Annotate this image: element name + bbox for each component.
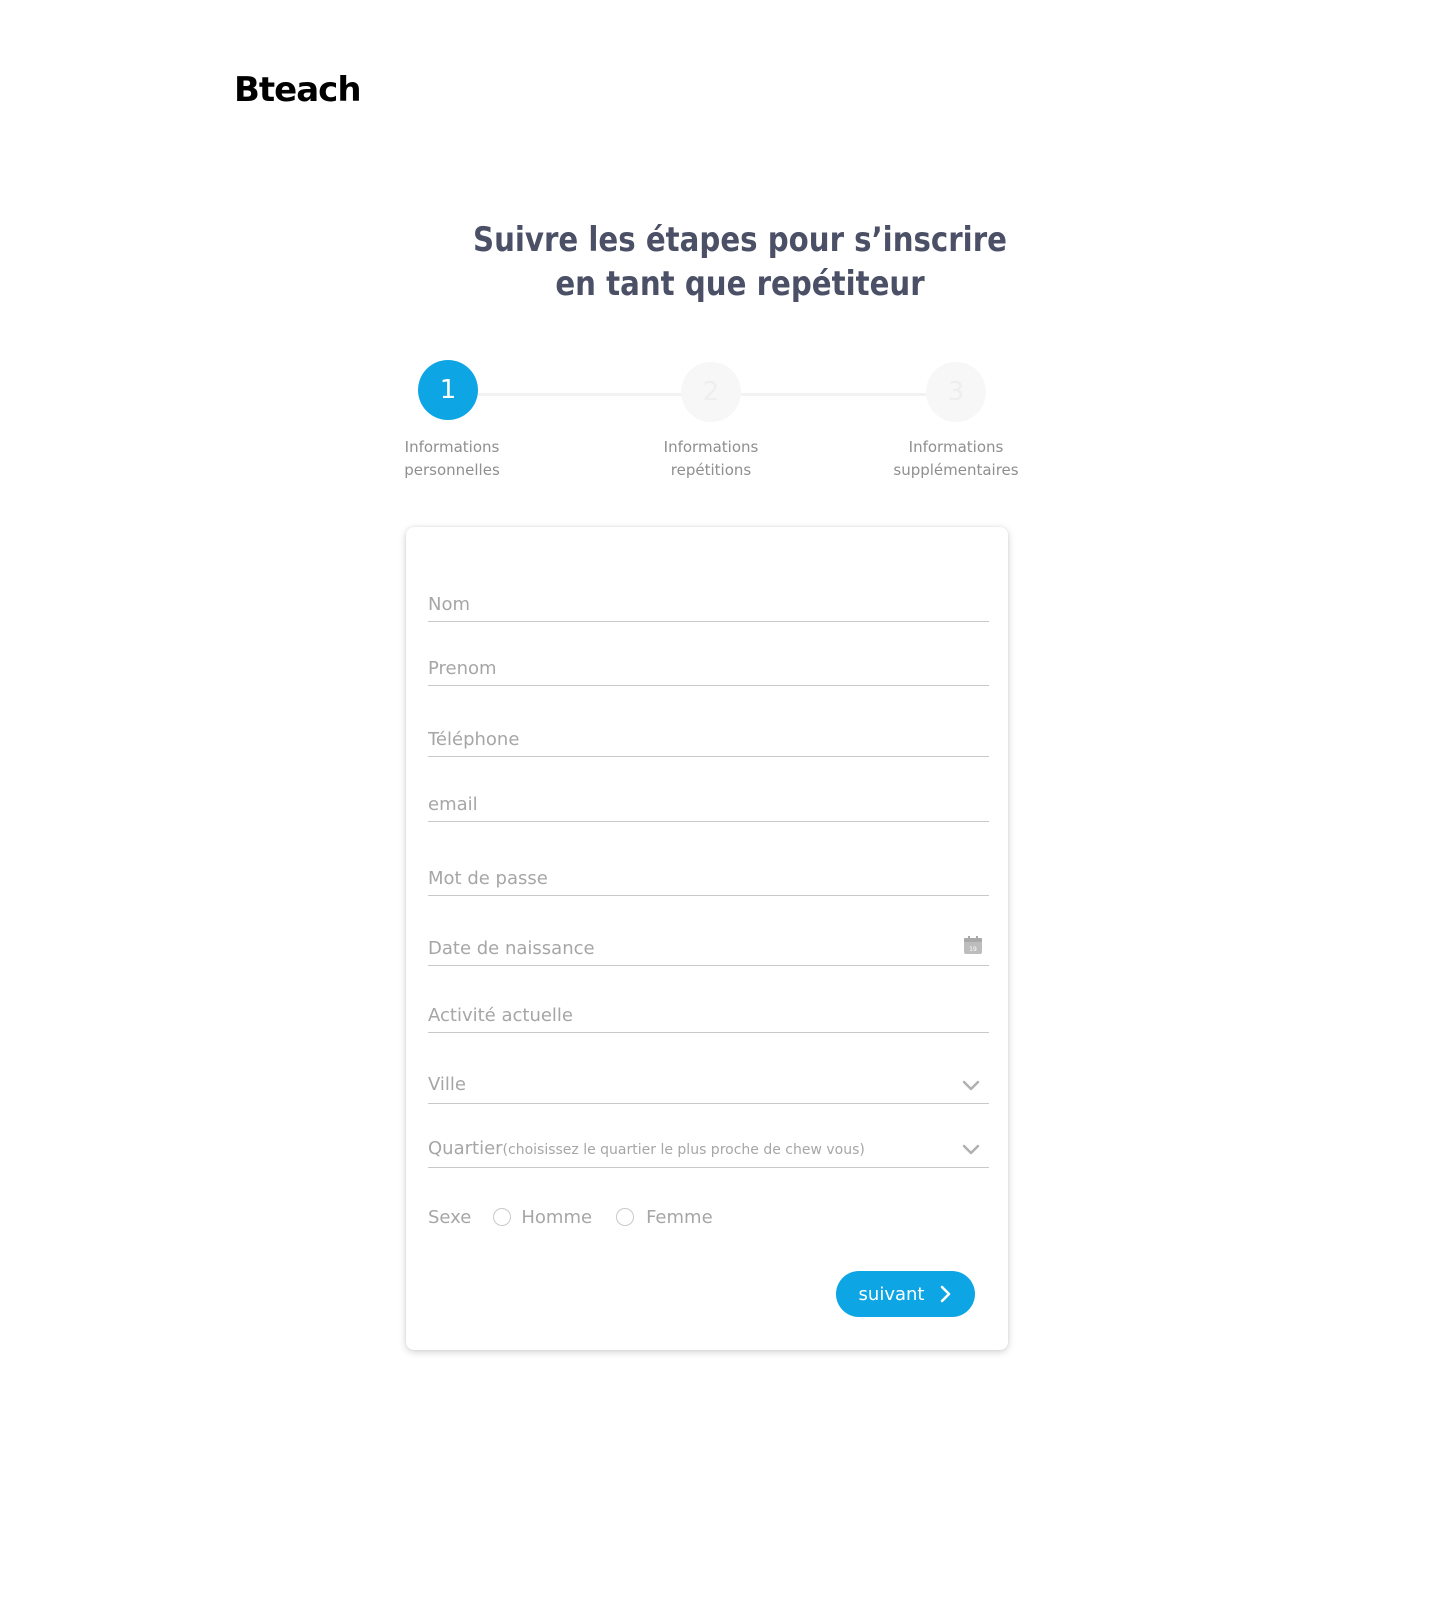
prenom-input[interactable] [428,658,948,679]
step-3-circle[interactable]: 3 [926,362,986,422]
quartier-placeholder-label: Quartier [428,1138,503,1159]
step-1-label: Informations personnelles [372,436,532,482]
step-1-circle[interactable]: 1 [418,360,478,420]
radio-femme[interactable] [616,1208,635,1226]
quartier-hint: (choisissez le quartier le plus proche d… [502,1142,865,1158]
radio-homme[interactable] [493,1208,512,1226]
step-3-label: Informations supplémentaires [876,436,1036,482]
nom-field [428,582,989,622]
ville-placeholder: Ville [428,1074,466,1095]
quartier-select[interactable]: Quartier(choisissez le quartier le plus … [428,1128,989,1168]
ville-select[interactable]: Ville [428,1064,989,1104]
chevron-right-icon [941,1285,951,1303]
step-2-label-line-2: repétitions [670,461,752,479]
brand-logo[interactable]: Bteach [234,70,362,110]
telephone-input[interactable] [428,729,948,750]
calendar-icon[interactable]: 19 [963,935,983,955]
radio-homme-label[interactable]: Homme [521,1207,592,1228]
chevron-down-icon [962,1144,980,1155]
step-2-label-line-1: Informations [663,438,759,456]
prenom-field [428,646,989,686]
next-button-label: suivant [858,1283,925,1305]
step-connector-2 [740,393,928,396]
radio-femme-label[interactable]: Femme [646,1207,713,1228]
telephone-field [428,717,989,757]
next-button[interactable]: suivant [836,1271,975,1317]
chevron-down-icon [962,1080,980,1091]
step-1-label-line-2: personnelles [404,461,500,479]
step-3-label-line-2: supplémentaires [893,461,1019,479]
activity-field [428,993,989,1033]
sexe-radio-group: Sexe Homme Femme [428,1205,713,1229]
birthdate-field: 19 [428,926,989,966]
sexe-label: Sexe [428,1206,472,1228]
password-field [428,856,989,896]
page-title: Suivre les étapes pour s’inscrire en tan… [465,218,1015,306]
step-3-label-line-1: Informations [908,438,1004,456]
birthdate-input[interactable] [428,938,948,959]
email-input[interactable] [428,794,948,815]
calendar-icon-day: 19 [969,946,977,953]
page-title-line-2: en tant que repétiteur [555,264,925,304]
step-2-label: Informations repétitions [631,436,791,482]
step-connector-1 [478,393,682,396]
activity-input[interactable] [428,1005,948,1026]
registration-form-card: 19 Ville Quartier(choisissez le quartier… [406,527,1008,1350]
step-2-circle[interactable]: 2 [681,362,741,422]
quartier-placeholder: Quartier(choisissez le quartier le plus … [428,1138,865,1159]
page-title-line-1: Suivre les étapes pour s’inscrire [473,220,1007,260]
password-input[interactable] [428,868,948,889]
step-1-label-line-1: Informations [404,438,500,456]
email-field [428,782,989,822]
nom-input[interactable] [428,594,948,615]
